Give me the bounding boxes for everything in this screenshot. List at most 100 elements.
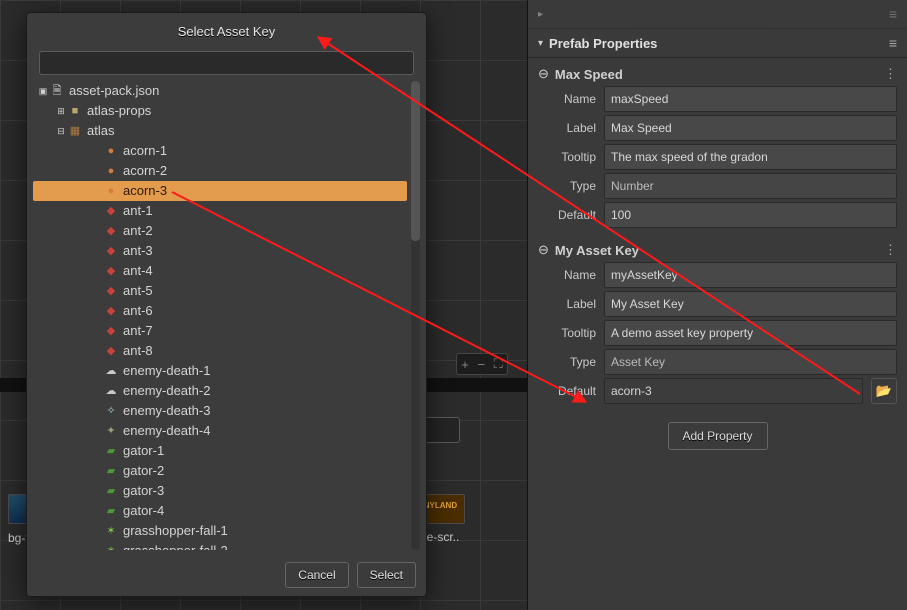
section-prefab-properties[interactable]: ▾ Prefab Properties ≡ — [528, 29, 907, 58]
cancel-button[interactable]: Cancel — [285, 562, 348, 588]
tree-toggle-icon[interactable]: ⊞ — [55, 101, 67, 121]
tree-item[interactable]: ✶ grasshopper-fall-2 — [33, 541, 407, 550]
sprite-icon: ◆ — [103, 304, 119, 318]
name-input[interactable]: maxSpeed — [604, 86, 897, 112]
section-compiler[interactable]: ▸ ≡ — [528, 0, 907, 29]
fullscreen-icon[interactable]: ⛶ — [494, 356, 503, 372]
select-button[interactable]: Select — [357, 562, 416, 588]
scrollbar-thumb[interactable] — [411, 81, 420, 241]
expander-icon[interactable]: ⊖ — [538, 66, 549, 82]
section-title — [549, 7, 553, 22]
tree-label: ant-2 — [123, 221, 153, 241]
tree-item[interactable]: ●acorn-1 — [33, 141, 407, 161]
tree-item[interactable]: ◆ant-7 — [33, 321, 407, 341]
sprite-icon: ▰ — [103, 444, 119, 458]
sprite-icon: ◆ — [103, 344, 119, 358]
tree-item[interactable]: ☁enemy-death-2 — [33, 381, 407, 401]
tree-item[interactable]: ●acorn-2 — [33, 161, 407, 181]
chevron-right-icon: ▸ — [538, 9, 543, 20]
default-input[interactable]: acorn-3 — [604, 378, 863, 404]
menu-icon[interactable]: ⋮ — [884, 66, 897, 82]
sprite-icon: ◆ — [103, 204, 119, 218]
tree-label: gator-3 — [123, 481, 164, 501]
field-label: Name — [538, 92, 596, 106]
group-max-speed[interactable]: ⊖ Max Speed ⋮ — [538, 66, 897, 82]
field-label: Type — [538, 179, 596, 193]
type-select[interactable]: Number — [604, 173, 897, 199]
tree-label: gator-1 — [123, 441, 164, 461]
tree-label: acorn-3 — [123, 181, 167, 201]
folder-icon: ■ — [67, 104, 83, 118]
atlas-icon: ▦ — [67, 124, 83, 138]
tree-item[interactable]: ✶grasshopper-fall-1 — [33, 521, 407, 541]
tree-item[interactable]: ◆ant-6 — [33, 301, 407, 321]
group-my-asset-key[interactable]: ⊖ My Asset Key ⋮ — [538, 242, 897, 258]
tree-label: gator-4 — [123, 501, 164, 521]
field-label: Label — [538, 297, 596, 311]
tree-item[interactable]: ◆ant-3 — [33, 241, 407, 261]
tree-item[interactable]: ✧enemy-death-3 — [33, 401, 407, 421]
tree-item[interactable]: ▰gator-2 — [33, 461, 407, 481]
tree-item[interactable]: ▰ gator-1 — [33, 441, 407, 461]
tree-item[interactable]: ▰gator-3 — [33, 481, 407, 501]
tree-label: asset-pack.json — [69, 81, 159, 101]
tree-item[interactable]: ◆ant-5 — [33, 281, 407, 301]
sprite-icon: ◆ — [103, 224, 119, 238]
field-label: Tooltip — [538, 150, 596, 164]
tree-label: ant-5 — [123, 281, 153, 301]
add-property-button[interactable]: Add Property — [668, 422, 768, 450]
sprite-icon: ✧ — [103, 404, 119, 418]
sprite-icon: ▰ — [103, 464, 119, 478]
tree-toggle-icon[interactable]: ⊟ — [55, 121, 67, 141]
expander-icon[interactable]: ⊖ — [538, 242, 549, 258]
section-title: Prefab Properties — [549, 36, 657, 51]
tooltip-input[interactable]: A demo asset key property — [604, 320, 897, 346]
menu-icon[interactable]: ≡ — [889, 6, 897, 22]
dialog-title: Select Asset Key — [27, 13, 426, 49]
sprite-icon: ☁ — [103, 364, 119, 378]
default-input[interactable]: 100 — [604, 202, 897, 228]
tree-item[interactable]: ☁ enemy-death-1 — [33, 361, 407, 381]
sprite-icon: ☁ — [103, 384, 119, 398]
sprite-icon: ▰ — [103, 504, 119, 518]
minus-icon[interactable]: − — [477, 357, 485, 372]
sprite-icon: ◆ — [103, 324, 119, 338]
sprite-icon: ✶ — [103, 544, 119, 550]
tree-branch[interactable]: ⊟▦atlas — [33, 121, 407, 141]
tree-toggle-icon[interactable]: ▣ — [37, 81, 49, 101]
menu-icon[interactable]: ≡ — [889, 35, 897, 51]
tree-label: enemy-death-1 — [123, 361, 210, 381]
tree-item[interactable]: ◆ant-4 — [33, 261, 407, 281]
tree-label: grasshopper-fall-1 — [123, 521, 228, 541]
menu-icon[interactable]: ⋮ — [884, 242, 897, 258]
tree-scrollbar[interactable] — [411, 81, 420, 550]
tree-label: atlas-props — [87, 101, 151, 121]
browse-asset-button[interactable]: 📂 — [871, 378, 897, 404]
tree-label: grasshopper-fall-2 — [123, 541, 228, 550]
tree-item[interactable]: ● acorn-3 — [33, 181, 407, 201]
json-file-icon: 🗎 — [49, 84, 65, 98]
type-select[interactable]: Asset Key — [604, 349, 897, 375]
sprite-icon: ◆ — [103, 264, 119, 278]
name-input[interactable]: myAssetKey — [604, 262, 897, 288]
plus-icon[interactable]: + — [461, 357, 469, 372]
tree-item[interactable]: ✦enemy-death-4 — [33, 421, 407, 441]
canvas-zoom-toolbar[interactable]: + − ⛶ — [456, 353, 508, 375]
asset-tree[interactable]: ▣🗎asset-pack.json⊞■atlas-props⊟▦atlas●ac… — [33, 81, 407, 550]
dialog-search-input[interactable] — [39, 51, 414, 75]
tree-item[interactable]: ◆ ant-2 — [33, 221, 407, 241]
tree-item[interactable]: ◆ ant-1 — [33, 201, 407, 221]
tree-root[interactable]: ▣🗎 asset-pack.json — [33, 81, 407, 101]
sprite-icon: ◆ — [103, 244, 119, 258]
tooltip-input[interactable]: The max speed of the gradon — [604, 144, 897, 170]
select-asset-key-dialog: Select Asset Key ▣🗎 asset-pack.json⊞■ atla… — [26, 12, 427, 597]
tree-branch[interactable]: ⊞■ atlas-props — [33, 101, 407, 121]
tree-item[interactable]: ◆ant-8 — [33, 341, 407, 361]
label-input[interactable]: Max Speed — [604, 115, 897, 141]
sprite-icon: ● — [103, 164, 119, 178]
tree-item[interactable]: ▰ gator-4 — [33, 501, 407, 521]
tree-label: ant-1 — [123, 201, 153, 221]
field-label: Type — [538, 355, 596, 369]
sprite-icon: ● — [103, 184, 119, 198]
label-input[interactable]: My Asset Key — [604, 291, 897, 317]
